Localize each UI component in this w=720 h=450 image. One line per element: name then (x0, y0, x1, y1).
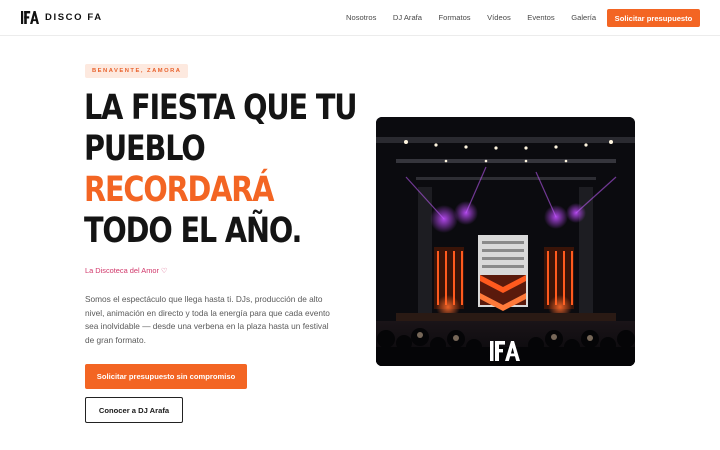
meet-dj-arafa-button[interactable]: Conocer a DJ Arafa (85, 397, 183, 423)
request-quote-button[interactable]: Solicitar presupuesto (607, 9, 700, 27)
main-nav: Nosotros DJ Arafa Formatos Vídeos Evento… (346, 13, 613, 23)
stage-illustration (376, 117, 635, 366)
headline-line-2: PUEBLO (84, 129, 206, 169)
nav-item-dj-arafa[interactable]: DJ Arafa (393, 13, 422, 23)
headline-accent-line: RECORDARÁ (84, 170, 274, 210)
heart-icon: ♡ (161, 268, 168, 275)
site-header: DISCO FA Nosotros DJ Arafa Formatos Víde… (0, 0, 720, 36)
tagline-text: La Discoteca del Amor (85, 266, 159, 275)
nav-item-nosotros[interactable]: Nosotros (346, 13, 376, 23)
hero-description: Somos el espectáculo que llega hasta ti.… (85, 294, 330, 345)
nav-item-eventos[interactable]: Eventos (527, 13, 554, 23)
fa-logo-icon (21, 11, 39, 24)
location-badge: BENAVENTE, ZAMORA (85, 64, 189, 78)
hero-headline: LA FIESTA QUE TU PUEBLO RECORDARÁ TODO E… (84, 88, 358, 252)
nav-item-videos[interactable]: Vídeos (487, 13, 511, 23)
photo-fa-logo (490, 339, 522, 368)
fa-logo-icon (490, 341, 520, 361)
request-quote-no-commitment-button[interactable]: Solicitar presupuesto sin compromiso (85, 364, 247, 389)
nav-item-formatos[interactable]: Formatos (439, 13, 471, 23)
hero-tagline: La Discoteca del Amor ♡ (85, 266, 167, 277)
headline-line-4: TODO EL AÑO. (84, 211, 302, 251)
site-logo[interactable]: DISCO FA (21, 11, 103, 24)
brand-name: DISCO FA (45, 12, 103, 23)
headline-line-1: LA FIESTA QUE TU (84, 88, 358, 128)
stage-photo (376, 117, 635, 366)
nav-item-galeria[interactable]: Galería (571, 13, 596, 23)
